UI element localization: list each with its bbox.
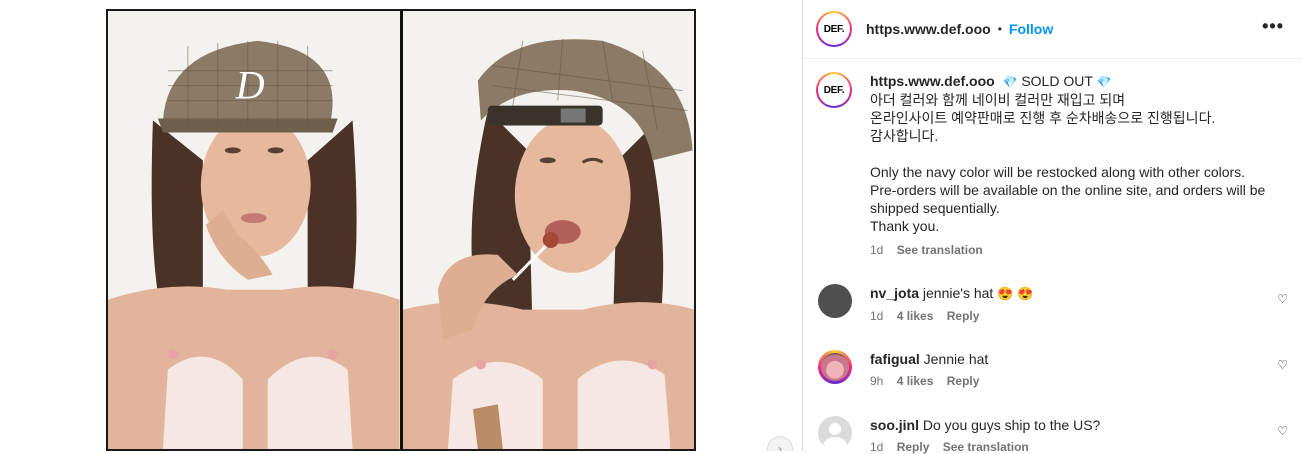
comment-likes[interactable]: 4 likes: [897, 374, 934, 388]
reply-button[interactable]: Reply: [947, 374, 980, 388]
comment-text: Do you guys ship to the US?: [922, 417, 1101, 433]
caption-line: [870, 145, 1286, 163]
caption-line: Thank you.: [870, 218, 940, 234]
comment-meta: 9h 4 likes Reply: [870, 374, 1288, 388]
caption-line: 온라인사이트 예약판매로 진행 후 순차배송으로 진행됩니다.: [870, 110, 1216, 126]
avatar[interactable]: DEF.: [816, 11, 852, 47]
gem-emoji: 💎: [1096, 75, 1112, 89]
caption-username[interactable]: https.www.def.ooo: [870, 73, 995, 89]
heart-eyes-emoji: 😍 😍: [997, 286, 1034, 301]
more-options-icon[interactable]: •••: [1262, 16, 1284, 37]
comment-username[interactable]: nv_jota: [870, 285, 919, 301]
caption-line: Pre-orders will be available on the onli…: [870, 182, 1266, 198]
default-avatar-icon: [829, 423, 841, 435]
caption-line: shipped sequentially.: [870, 200, 1000, 216]
def-logo: DEF.: [823, 23, 845, 35]
caption-first-line: https.www.def.ooo 💎 SOLD OUT 💎: [870, 72, 1286, 91]
heart-icon[interactable]: ♡: [1277, 358, 1288, 372]
comment-text: Jennie hat: [923, 351, 989, 367]
comment-item: fafigual Jennie hat 9h 4 likes Reply ♡: [818, 350, 1288, 388]
reply-button[interactable]: Reply: [947, 309, 980, 323]
comment-username[interactable]: soo.jinl: [870, 417, 919, 433]
comment-meta: 1d Reply See translation: [870, 440, 1288, 454]
comment-item: nv_jota jennie's hat 😍 😍 1d 4 likes Repl…: [818, 284, 1288, 323]
reply-button[interactable]: Reply: [897, 440, 930, 454]
comment-time: 1d: [870, 440, 884, 454]
caption-line: 아더 컬러와 함께 네이비 컬러만 재입고 되며: [870, 92, 1126, 108]
def-logo: DEF.: [823, 84, 845, 96]
post-media: D ›: [0, 0, 802, 451]
comment-time: 9h: [870, 374, 884, 388]
follow-button[interactable]: Follow: [1009, 21, 1053, 37]
caption-meta: 1d See translation: [870, 241, 1286, 259]
comment-time: 1d: [870, 309, 884, 323]
hat-logo: D: [235, 63, 265, 108]
see-translation-link[interactable]: See translation: [943, 440, 1029, 454]
caption-line: 감사합니다.: [870, 128, 939, 144]
caption-avatar[interactable]: DEF.: [816, 72, 852, 108]
post-caption: DEF. https.www.def.ooo 💎 SOLD OUT 💎 아더 컬…: [816, 72, 1286, 259]
caption-line: Only the navy color will be restocked al…: [870, 164, 1246, 180]
photo-left: D: [108, 11, 400, 449]
avatar[interactable]: [818, 284, 852, 318]
comment-meta: 1d 4 likes Reply: [870, 309, 1288, 323]
comment-likes[interactable]: 4 likes: [897, 309, 934, 323]
gem-emoji: 💎: [1002, 75, 1018, 89]
heart-icon[interactable]: ♡: [1277, 424, 1288, 438]
comment-item: soo.jinl Do you guys ship to the US? 1d …: [818, 416, 1288, 454]
avatar[interactable]: [818, 416, 852, 450]
post-header: DEF. https.www.def.ooo • Follow •••: [803, 0, 1302, 59]
caption-status: SOLD OUT: [1021, 73, 1093, 89]
photo-collage[interactable]: D: [106, 9, 696, 451]
photo-right: [402, 11, 694, 449]
heart-icon[interactable]: ♡: [1277, 292, 1288, 306]
see-translation-link[interactable]: See translation: [897, 243, 983, 257]
comment-text: jennie's hat: [922, 285, 994, 301]
separator-dot: •: [997, 22, 1002, 36]
chevron-right-icon: ›: [778, 442, 782, 451]
next-image-button[interactable]: ›: [767, 436, 793, 451]
caption-time: 1d: [870, 243, 884, 257]
post-author-username[interactable]: https.www.def.ooo: [866, 21, 991, 37]
post-sidebar: DEF. https.www.def.ooo • Follow ••• DEF.…: [802, 0, 1302, 454]
avatar[interactable]: [818, 350, 852, 384]
comment-username[interactable]: fafigual: [870, 351, 920, 367]
